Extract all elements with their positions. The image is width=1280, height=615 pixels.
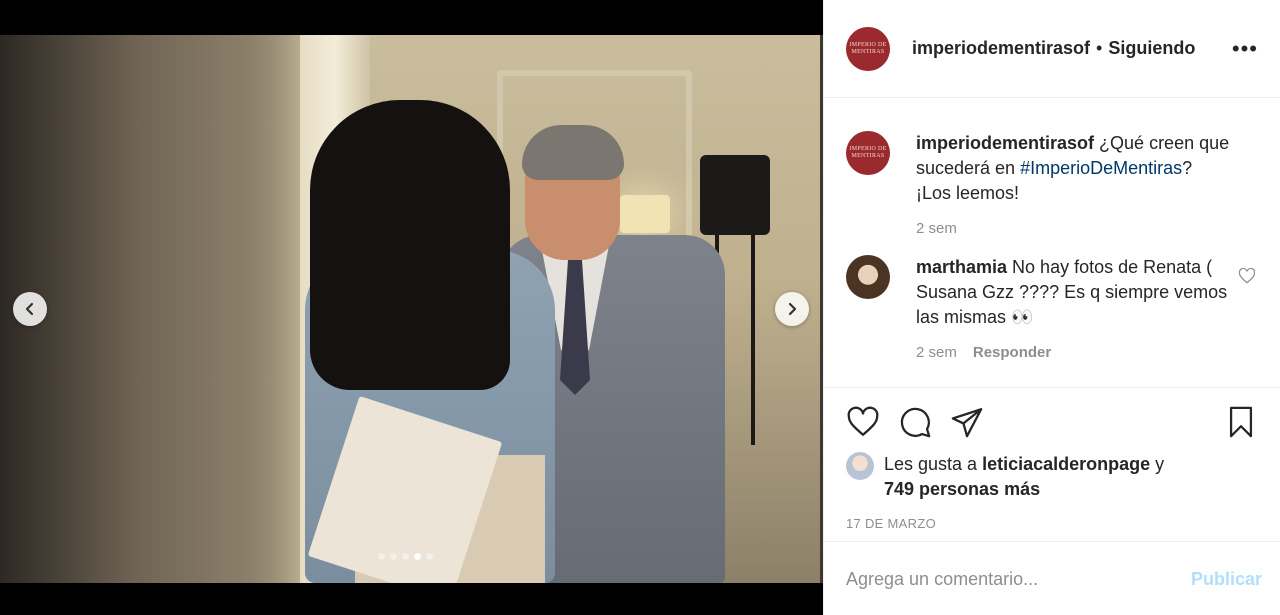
add-comment-bar: Publicar (824, 543, 1280, 615)
send-icon[interactable] (950, 405, 984, 439)
caption: IMPERIO DE MENTIRAS imperiodementirasof … (846, 131, 1258, 237)
likes-text: Les gusta a leticiacalderonpage y 749 pe… (884, 452, 1164, 502)
caption-username[interactable]: imperiodementirasof (916, 133, 1094, 153)
avatar[interactable]: IMPERIO DE MENTIRAS (846, 26, 890, 71)
caption-time[interactable]: 2 sem (916, 220, 957, 237)
caption-meta: 2 sem (916, 220, 1231, 237)
carousel-dot-active (414, 553, 421, 560)
publish-button[interactable]: Publicar (1191, 569, 1262, 590)
carousel-dot (426, 553, 433, 560)
previous-photo-button[interactable] (13, 292, 47, 326)
comment-time[interactable]: 2 sem (916, 344, 957, 361)
header-user: imperiodementirasof • Siguiendo (912, 38, 1232, 59)
brand-logo: IMPERIO DE MENTIRAS (849, 41, 887, 55)
likes-connector: y (1150, 454, 1165, 474)
likes-summary: Les gusta a leticiacalderonpage y 749 pe… (846, 452, 1258, 502)
caption-text: imperiodementirasof ¿Qué creen que suced… (916, 131, 1231, 206)
more-horizontal-icon[interactable]: ••• (1232, 36, 1258, 62)
comments-list[interactable]: IMPERIO DE MENTIRAS imperiodementirasof … (824, 99, 1280, 387)
post-photo[interactable] (0, 35, 823, 583)
avatar[interactable] (846, 255, 890, 299)
chevron-left-icon (25, 302, 34, 316)
avatar[interactable]: IMPERIO DE MENTIRAS (846, 131, 890, 175)
carousel-dot (378, 553, 385, 560)
likes-prefix: Les gusta a (884, 454, 983, 474)
avatar[interactable] (846, 452, 874, 480)
follow-status-button[interactable]: Siguiendo (1108, 38, 1195, 59)
carousel-indicator (378, 553, 433, 560)
username-link[interactable]: imperiodementirasof (912, 38, 1090, 59)
separator: • (1096, 38, 1103, 58)
comment-username[interactable]: marthamia (916, 257, 1007, 277)
carousel-dot (402, 553, 409, 560)
comment-icon[interactable] (898, 405, 932, 439)
heart-icon[interactable] (1238, 267, 1256, 285)
comment-input[interactable] (846, 568, 1191, 590)
carousel-dot (390, 553, 397, 560)
list-item: marthamia No hay fotos de Renata ( Susan… (846, 255, 1258, 361)
post-sidebar: IMPERIO DE MENTIRAS imperiodementirasof … (823, 0, 1280, 615)
heart-icon[interactable] (846, 405, 880, 439)
liker-username-link[interactable]: leticiacalderonpage (982, 454, 1150, 474)
likes-count-button[interactable]: 749 personas más (884, 479, 1040, 499)
post-date[interactable]: 17 DE MARZO (846, 516, 1258, 531)
comment-text: marthamia No hay fotos de Renata ( Susan… (916, 255, 1231, 330)
post-header: IMPERIO DE MENTIRAS imperiodementirasof … (824, 0, 1280, 98)
post-actions: Les gusta a leticiacalderonpage y 749 pe… (824, 387, 1280, 542)
hashtag-link[interactable]: #ImperioDeMentiras (1020, 158, 1182, 178)
chevron-right-icon (788, 302, 797, 316)
brand-logo: IMPERIO DE MENTIRAS (849, 146, 887, 159)
post-viewer: IMPERIO DE MENTIRAS imperiodementirasof … (0, 0, 1280, 615)
action-bar (846, 404, 1258, 440)
next-photo-button[interactable] (775, 292, 809, 326)
comment-meta: 2 sem Responder (916, 344, 1231, 361)
bookmark-icon[interactable] (1224, 405, 1258, 439)
reply-button[interactable]: Responder (973, 344, 1051, 361)
media-pane (0, 0, 823, 615)
